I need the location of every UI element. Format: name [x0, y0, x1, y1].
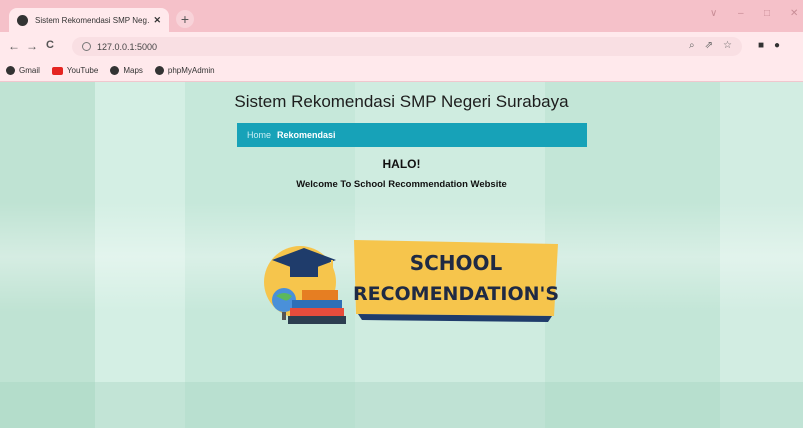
- book-icon: [302, 290, 338, 300]
- bookmark-label: Gmail: [19, 66, 40, 75]
- nav-link-rekomendasi[interactable]: Rekomendasi: [277, 130, 336, 140]
- background-wash: [0, 382, 803, 428]
- side-panel-icon[interactable]: ■: [758, 40, 764, 51]
- minimize-icon[interactable]: –: [738, 8, 744, 19]
- new-tab-button[interactable]: +: [176, 10, 194, 28]
- globe-stand: [282, 312, 286, 320]
- browser-tab-bar: Sistem Rekomendasi SMP Neg… ✕ + ∨ – □ ✕: [0, 0, 803, 32]
- youtube-icon: [51, 66, 63, 75]
- url-text: 127.0.0.1:5000: [97, 41, 158, 52]
- bookmark-maps[interactable]: Maps: [110, 66, 143, 75]
- profile-icon[interactable]: ●: [774, 40, 780, 51]
- address-bar[interactable]: 127.0.0.1:5000 ⌕ ⇗ ☆: [72, 37, 742, 56]
- page-title: Sistem Rekomendasi SMP Negeri Surabaya: [234, 92, 569, 111]
- back-icon[interactable]: ←: [4, 39, 24, 53]
- bookmark-label: phpMyAdmin: [167, 66, 215, 75]
- bookmark-label: YouTube: [66, 66, 99, 75]
- bookmark-star-icon[interactable]: ☆: [723, 40, 732, 51]
- bookmark-gmail[interactable]: Gmail: [6, 66, 40, 75]
- forward-icon[interactable]: →: [22, 39, 42, 53]
- globe-icon: [6, 66, 15, 75]
- tab-search-icon[interactable]: ∨: [710, 8, 717, 19]
- zoom-icon[interactable]: ⌕: [689, 40, 695, 51]
- book-icon: [292, 300, 342, 308]
- navbar: Home Rekomendasi: [237, 123, 587, 147]
- tab-title: Sistem Rekomendasi SMP Neg…: [35, 15, 150, 25]
- bookmark-youtube[interactable]: YouTube: [51, 66, 99, 75]
- globe-icon: [110, 66, 120, 75]
- site-info-icon[interactable]: [82, 42, 91, 51]
- bookmarks-bar: Gmail YouTube Maps phpMyAdmin: [0, 60, 803, 82]
- close-window-icon[interactable]: ✕: [790, 8, 798, 19]
- share-icon[interactable]: ⇗: [705, 40, 713, 51]
- book-icon: [288, 316, 346, 324]
- nav-link-home[interactable]: Home: [247, 130, 271, 140]
- globe-icon: [17, 14, 28, 26]
- graduation-cap-base: [290, 265, 318, 277]
- close-tab-icon[interactable]: ✕: [153, 15, 161, 26]
- book-icon: [290, 308, 344, 316]
- browser-tab[interactable]: Sistem Rekomendasi SMP Neg… ✕: [9, 8, 169, 32]
- bookmark-label: Maps: [123, 66, 143, 75]
- bookmark-phpmyadmin[interactable]: phpMyAdmin: [154, 66, 215, 75]
- banner-line-1: SCHOOL: [410, 251, 503, 275]
- welcome-text: Welcome To School Recommendation Website: [296, 179, 507, 190]
- greeting-heading: HALO!: [382, 157, 421, 171]
- maximize-icon[interactable]: □: [764, 8, 770, 19]
- reload-icon[interactable]: C: [40, 39, 60, 51]
- globe-icon: [154, 66, 164, 75]
- banner-line-2: RECOMENDATION'S: [353, 283, 559, 305]
- browser-toolbar: ← → C 127.0.0.1:5000 ⌕ ⇗ ☆ ■ ●: [0, 32, 803, 60]
- page-viewport: Sistem Rekomendasi SMP Negeri Surabaya H…: [0, 82, 803, 428]
- school-recommendation-banner: SCHOOL RECOMENDATION'S: [264, 240, 559, 324]
